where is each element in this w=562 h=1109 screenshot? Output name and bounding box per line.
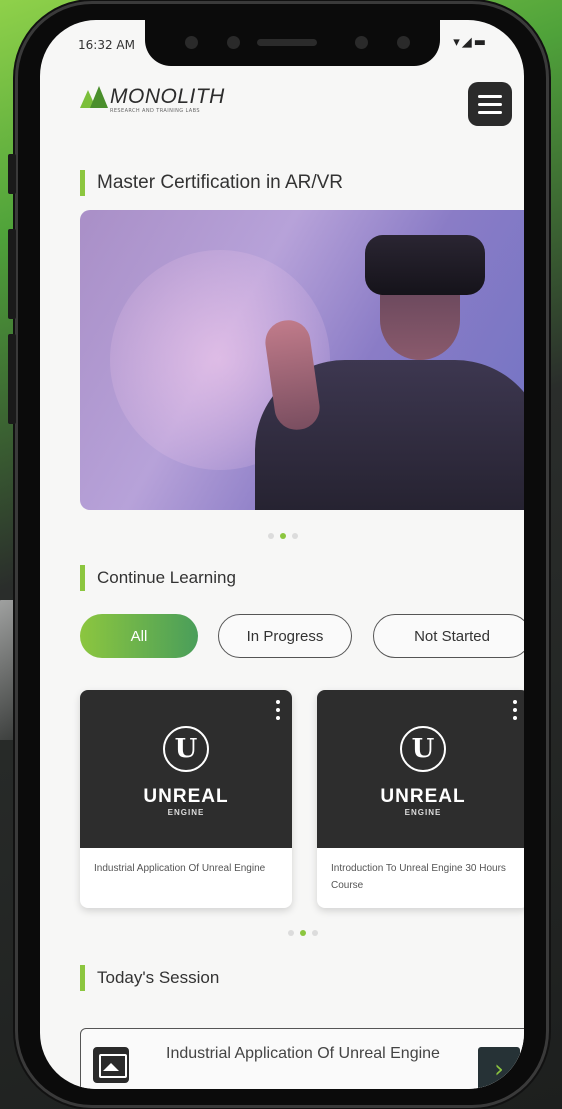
carousel-dot[interactable] bbox=[268, 533, 274, 539]
more-options-icon[interactable] bbox=[276, 700, 280, 720]
carousel-dot[interactable] bbox=[312, 930, 318, 936]
carousel-dot[interactable] bbox=[288, 930, 294, 936]
chevron-right-icon[interactable]: › bbox=[478, 1047, 520, 1089]
monolith-logo[interactable]: MONOLITH RESEARCH AND TRAINING LABS bbox=[80, 86, 225, 114]
course-brand: UNREAL bbox=[143, 786, 229, 807]
more-options-icon[interactable] bbox=[513, 700, 517, 720]
carousel-dot-active[interactable] bbox=[280, 533, 286, 539]
filter-not-started-button[interactable]: Not Started bbox=[373, 614, 524, 658]
courses-carousel-dots[interactable] bbox=[288, 930, 318, 936]
certification-title: Master Certification in AR/VR bbox=[97, 172, 344, 193]
filter-in-progress-button[interactable]: In Progress bbox=[218, 614, 352, 658]
course-thumbnail: U UNREAL ENGINE bbox=[317, 690, 524, 848]
proximity-sensor-icon bbox=[355, 36, 368, 49]
course-brand: UNREAL bbox=[380, 786, 466, 807]
heading-accent-bar bbox=[80, 565, 85, 591]
course-title: Introduction To Unreal Engine 30 Hours C… bbox=[331, 863, 506, 891]
status-icons: ▾◢▬ bbox=[453, 35, 488, 50]
session-card[interactable]: Industrial Application Of Unreal Engine … bbox=[80, 1028, 524, 1089]
heading-accent-bar bbox=[80, 965, 85, 991]
status-time: 16:32 AM bbox=[78, 38, 135, 52]
continue-learning-heading: Continue Learning bbox=[80, 565, 236, 591]
sensor-icon bbox=[185, 36, 198, 49]
volume-up-button bbox=[8, 229, 16, 319]
image-icon bbox=[93, 1047, 129, 1083]
mute-switch bbox=[8, 154, 16, 194]
vr-headset-icon bbox=[365, 235, 485, 295]
notch bbox=[145, 20, 440, 66]
phone-frame: 16:32 AM ▾◢▬ MONOLITH RESEARCH AND TRAIN… bbox=[8, 4, 546, 1105]
app-header: MONOLITH RESEARCH AND TRAINING LABS bbox=[70, 78, 512, 138]
heading-accent-bar bbox=[80, 170, 85, 196]
hamburger-menu-button[interactable] bbox=[468, 82, 512, 126]
carousel-dot[interactable] bbox=[292, 533, 298, 539]
unreal-engine-logo-icon: U bbox=[163, 726, 209, 772]
filter-all-button[interactable]: All bbox=[80, 614, 198, 658]
hero-carousel-dots[interactable] bbox=[268, 533, 298, 539]
app-screen: 16:32 AM ▾◢▬ MONOLITH RESEARCH AND TRAIN… bbox=[40, 20, 524, 1089]
logo-name: MONOLITH bbox=[110, 85, 225, 108]
unreal-engine-logo-icon: U bbox=[400, 726, 446, 772]
course-card[interactable]: U UNREAL ENGINE Introduction To Unreal E… bbox=[317, 690, 524, 908]
volume-down-button bbox=[8, 334, 16, 424]
carousel-dot-active[interactable] bbox=[300, 930, 306, 936]
todays-session-title: Today's Session bbox=[97, 968, 220, 987]
speaker-grille bbox=[257, 39, 317, 46]
course-card[interactable]: U UNREAL ENGINE Industrial Application O… bbox=[80, 690, 292, 908]
camera-icon bbox=[227, 36, 240, 49]
logo-tagline: RESEARCH AND TRAINING LABS bbox=[110, 108, 200, 114]
continue-learning-title: Continue Learning bbox=[97, 568, 236, 587]
certification-heading: Master Certification in AR/VR bbox=[80, 170, 343, 196]
todays-session-heading: Today's Session bbox=[80, 965, 219, 991]
menu-icon bbox=[478, 94, 502, 98]
course-thumbnail: U UNREAL ENGINE bbox=[80, 690, 292, 848]
course-brand-sub: ENGINE bbox=[167, 808, 205, 817]
course-title: Industrial Application Of Unreal Engine bbox=[94, 863, 266, 874]
course-brand-sub: ENGINE bbox=[404, 808, 442, 817]
logo-mark-icon bbox=[80, 86, 108, 110]
hero-banner-image[interactable] bbox=[80, 210, 524, 510]
session-title: Industrial Application Of Unreal Engine bbox=[166, 1045, 440, 1062]
face-id-icon bbox=[397, 36, 410, 49]
